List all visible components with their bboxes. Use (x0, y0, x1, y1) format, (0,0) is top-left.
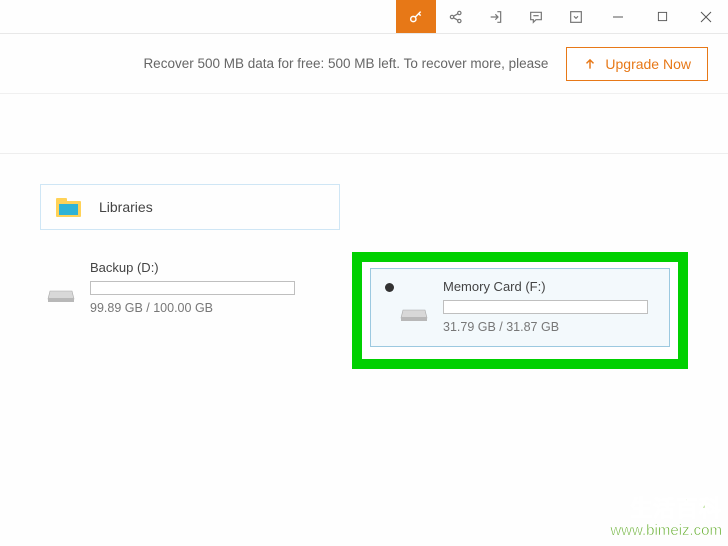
disk-icon (46, 276, 76, 315)
drive-memory-card[interactable]: Memory Card (F:) 31.79 GB / 31.87 GB (370, 268, 670, 347)
libraries-icon (55, 195, 83, 219)
drive-backup[interactable]: Backup (D:) 99.89 GB / 100.00 GB (40, 252, 312, 323)
promo-text: Recover 500 MB data for free: 500 MB lef… (143, 56, 548, 71)
chevron-down-box-icon (568, 9, 584, 25)
import-button[interactable] (476, 0, 516, 33)
titlebar (0, 0, 728, 34)
drive-info: Backup (D:) 99.89 GB / 100.00 GB (90, 260, 306, 315)
dropdown-button[interactable] (556, 0, 596, 33)
libraries-label: Libraries (99, 199, 153, 215)
libraries-item[interactable]: Libraries (40, 184, 340, 230)
maximize-button[interactable] (640, 0, 684, 33)
promo-bar: Recover 500 MB data for free: 500 MB lef… (0, 34, 728, 94)
watermark-title: 生活百科 (610, 496, 722, 522)
upgrade-button[interactable]: Upgrade Now (566, 47, 708, 81)
watermark: 生活百科 www.bimeiz.com (610, 496, 722, 540)
close-button[interactable] (684, 0, 728, 33)
minimize-icon (612, 11, 624, 23)
drive-size: 31.79 GB / 31.87 GB (443, 320, 659, 334)
key-icon (408, 9, 424, 25)
highlight-box: Memory Card (F:) 31.79 GB / 31.87 GB (352, 252, 688, 369)
drive-info: Memory Card (F:) 31.79 GB / 31.87 GB (443, 279, 659, 334)
import-icon (488, 9, 504, 25)
drive-progress (443, 300, 648, 314)
spacer (0, 94, 728, 154)
drive-name: Backup (D:) (90, 260, 306, 275)
watermark-url: www.bimeiz.com (610, 522, 722, 540)
key-button[interactable] (396, 0, 436, 33)
upgrade-button-label: Upgrade Now (605, 56, 691, 72)
chat-icon (528, 9, 544, 25)
radio-selected-icon (385, 283, 394, 292)
drive-name: Memory Card (F:) (443, 279, 659, 294)
minimize-button[interactable] (596, 0, 640, 33)
arrow-up-icon (583, 57, 597, 71)
disk-icon (399, 295, 429, 334)
drive-progress (90, 281, 295, 295)
drive-size: 99.89 GB / 100.00 GB (90, 301, 306, 315)
maximize-icon (657, 11, 668, 22)
feedback-button[interactable] (516, 0, 556, 33)
share-icon (448, 9, 464, 25)
close-icon (700, 11, 712, 23)
content-area: Libraries Backup (D:) 99.89 GB / 100.00 … (0, 154, 728, 399)
share-button[interactable] (436, 0, 476, 33)
drives-row: Backup (D:) 99.89 GB / 100.00 GB Memory … (40, 252, 688, 369)
